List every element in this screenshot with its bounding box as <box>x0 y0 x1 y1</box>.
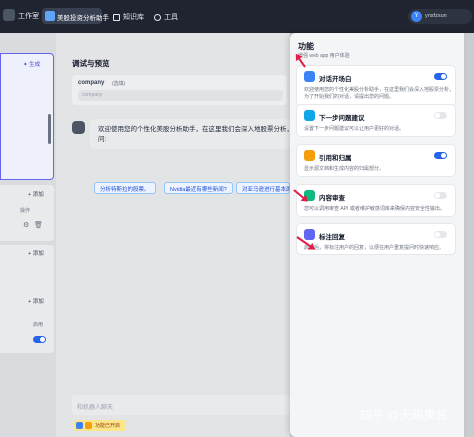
action-header: 操作 <box>20 208 31 214</box>
variables-card: + 添加 操作 ⚙ 🗑 <box>0 185 54 241</box>
status-text: 启用 <box>33 322 44 328</box>
vision-card: 启用 <box>0 315 54 353</box>
add-variable-button[interactable]: + 添加 <box>28 190 44 198</box>
variable-input[interactable]: company <box>78 90 283 101</box>
welcome-message: 欢迎使用您的个性化美股分析助手，在这里我们会深入地股票分析，问: <box>98 126 293 143</box>
feature-title: 内容审查 <box>319 195 345 202</box>
app-avatar-icon <box>45 11 55 21</box>
feature-desc: 您可以调用审查 API 或者维护敏感词库来确保内容安全性输出。 <box>304 206 445 212</box>
feature-toggle[interactable] <box>434 192 447 199</box>
variable-placeholder: company <box>82 92 103 98</box>
feature-desc: 显示源文档和生成内容的归属部分。 <box>304 166 385 172</box>
feature-title: 引用和归属 <box>319 155 352 162</box>
feature-suggested-questions[interactable]: 下一步问题建议 设置下一步问题建议可以让用户更好的对话。 <box>296 104 456 137</box>
variable-name: company <box>78 80 105 86</box>
chat-placeholder: 和机器人聊天 <box>77 405 114 411</box>
citation-icon <box>304 150 315 161</box>
breadcrumb-workspace[interactable]: 工作室 <box>18 11 39 21</box>
drawer-title: 功能 <box>298 42 314 51</box>
feature-toggle[interactable] <box>434 152 447 159</box>
nav-knowledge-label: 知识库 <box>123 14 144 21</box>
settings-icon[interactable]: ⚙ <box>23 221 29 229</box>
add-tool-button[interactable]: + 添加 <box>28 297 44 305</box>
top-bar: 工作室 › 美股投资分析助手 ▾ 知识库 工具 Y ynsfzsun <box>0 0 474 33</box>
debug-preview-panel: 调试与预览 company (选填) company 欢迎使用您的个性化美股分析… <box>56 33 293 437</box>
feature-citation[interactable]: 引用和归属 显示源文档和生成内容的归属部分。 <box>296 144 456 177</box>
app-name: 美股投资分析助手 <box>57 15 109 22</box>
add-variable-label: 添加 <box>32 192 44 198</box>
add-context-button[interactable]: + 添加 <box>28 249 44 257</box>
feature-toggle[interactable] <box>434 112 447 119</box>
left-config-panel: ✦ 生成 + 添加 操作 ⚙ 🗑 + 添加 + 添加 启用 <box>0 33 56 437</box>
suggestion-2[interactable]: Nvidia最近有哪些新闻? <box>164 182 233 194</box>
page-title: 调试与预览 <box>72 59 110 68</box>
add-tool-label: 添加 <box>32 299 44 305</box>
suggestion-1[interactable]: 分析特斯拉的股票。 <box>94 182 156 194</box>
variable-box: company (选填) company <box>72 75 287 105</box>
nav-tools[interactable]: 工具 <box>154 12 178 22</box>
variable-optional: (选填) <box>112 81 126 87</box>
suggestion-3[interactable]: 对亚马逊进行基本面分 <box>236 182 290 194</box>
generate-label: 生成 <box>29 62 41 68</box>
question-icon <box>304 110 315 121</box>
chevron-down-icon[interactable]: ▾ <box>104 12 107 19</box>
nav-knowledge[interactable]: 知识库 <box>113 12 144 22</box>
user-name: ynsfzsun <box>425 13 447 19</box>
feature-desc: 设置下一步问题建议可以让用户更好的对话。 <box>304 126 405 132</box>
avatar: Y <box>411 11 422 22</box>
delete-icon[interactable]: 🗑 <box>34 221 43 229</box>
chat-input[interactable]: 和机器人聊天 <box>72 395 290 415</box>
vision-toggle[interactable] <box>33 336 46 343</box>
feature-title: 对话开场白 <box>319 76 352 83</box>
nav-tools-label: 工具 <box>164 14 178 21</box>
breadcrumb-separator: › <box>37 11 40 18</box>
watermark: 知乎 @天赐果酱 <box>360 408 448 422</box>
database-icon <box>113 13 120 21</box>
scrollbar[interactable] <box>48 114 51 144</box>
tools-icon <box>154 13 161 21</box>
feature-annotation-reply[interactable]: 标注回复 启用后，将标注用户的回复，以便在用户重复提问时快速响应。 <box>296 223 456 255</box>
feature-icon-2 <box>85 422 92 429</box>
feature-toggle[interactable] <box>434 73 447 80</box>
feature-toggle[interactable] <box>434 231 447 238</box>
prompt-card[interactable]: ✦ 生成 <box>0 53 54 180</box>
chat-icon <box>304 71 315 82</box>
feature-moderation[interactable]: 内容审查 您可以调用审查 API 或者维护敏感词库来确保内容安全性输出。 <box>296 184 456 217</box>
user-menu[interactable]: Y ynsfzsun <box>408 9 472 24</box>
feature-desc: 欢迎使用您的个性化美股分析助手，在这里我们会深入地股票分析，为了开始我们的对话，… <box>304 87 455 100</box>
feature-title: 下一步问题建议 <box>319 115 365 122</box>
feature-status-bar[interactable]: 功能已开启 <box>74 420 126 431</box>
annotation-icon <box>304 229 315 240</box>
drawer-subtitle: 增强 web app 用户体验 <box>298 53 350 59</box>
generate-button[interactable]: ✦ 生成 <box>23 60 40 68</box>
app-selector[interactable]: 美股投资分析助手 <box>42 8 109 24</box>
feature-desc: 启用后，将标注用户的回复，以便在用户重复提问时快速响应。 <box>304 245 445 251</box>
app-logo-icon <box>3 9 15 21</box>
bot-avatar <box>72 121 85 134</box>
features-drawer: 功能 增强 web app 用户体验 对话开场白 欢迎使用您的个性化美股分析助手… <box>290 33 464 437</box>
welcome-bubble: 欢迎使用您的个性化美股分析助手，在这里我们会深入地股票分析，问: <box>90 119 293 149</box>
feature-icon-1 <box>76 422 83 429</box>
feature-opening-statement[interactable]: 对话开场白 欢迎使用您的个性化美股分析助手，在这里我们会深入地股票分析，为了开始… <box>296 65 456 107</box>
feature-title: 标注回复 <box>319 234 345 241</box>
add-context-label: 添加 <box>32 251 44 257</box>
feature-status-text: 功能已开启 <box>95 423 121 429</box>
